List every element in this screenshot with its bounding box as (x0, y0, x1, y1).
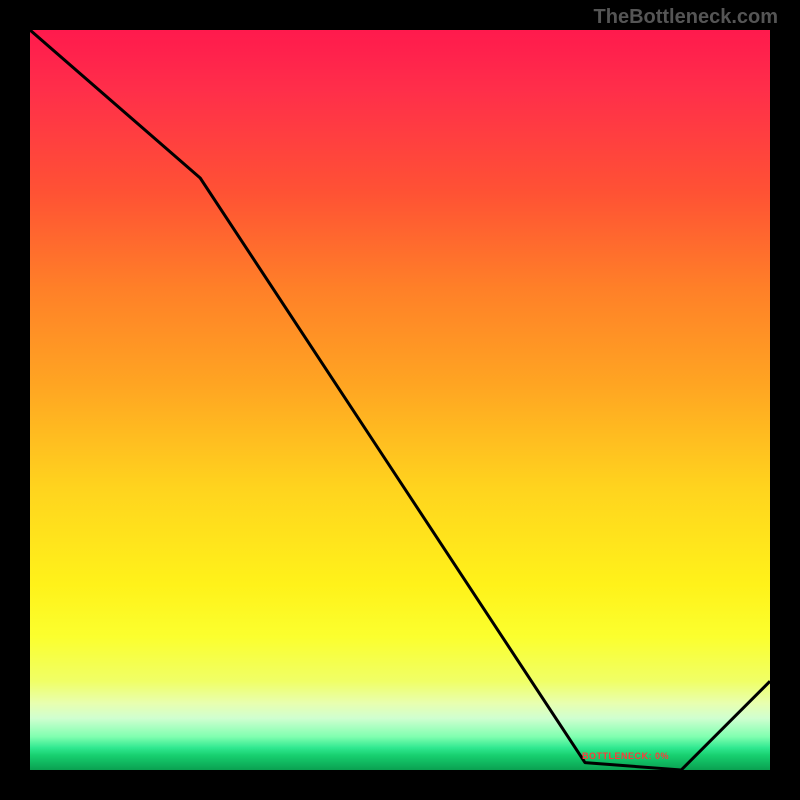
chart-curve-svg (30, 30, 770, 770)
chart-plot-area: BOTTLENECK: 0% (30, 30, 770, 770)
bottleneck-label: BOTTLENECK: 0% (582, 751, 669, 761)
watermark-text: TheBottleneck.com (594, 6, 778, 29)
bottleneck-curve (30, 30, 770, 770)
